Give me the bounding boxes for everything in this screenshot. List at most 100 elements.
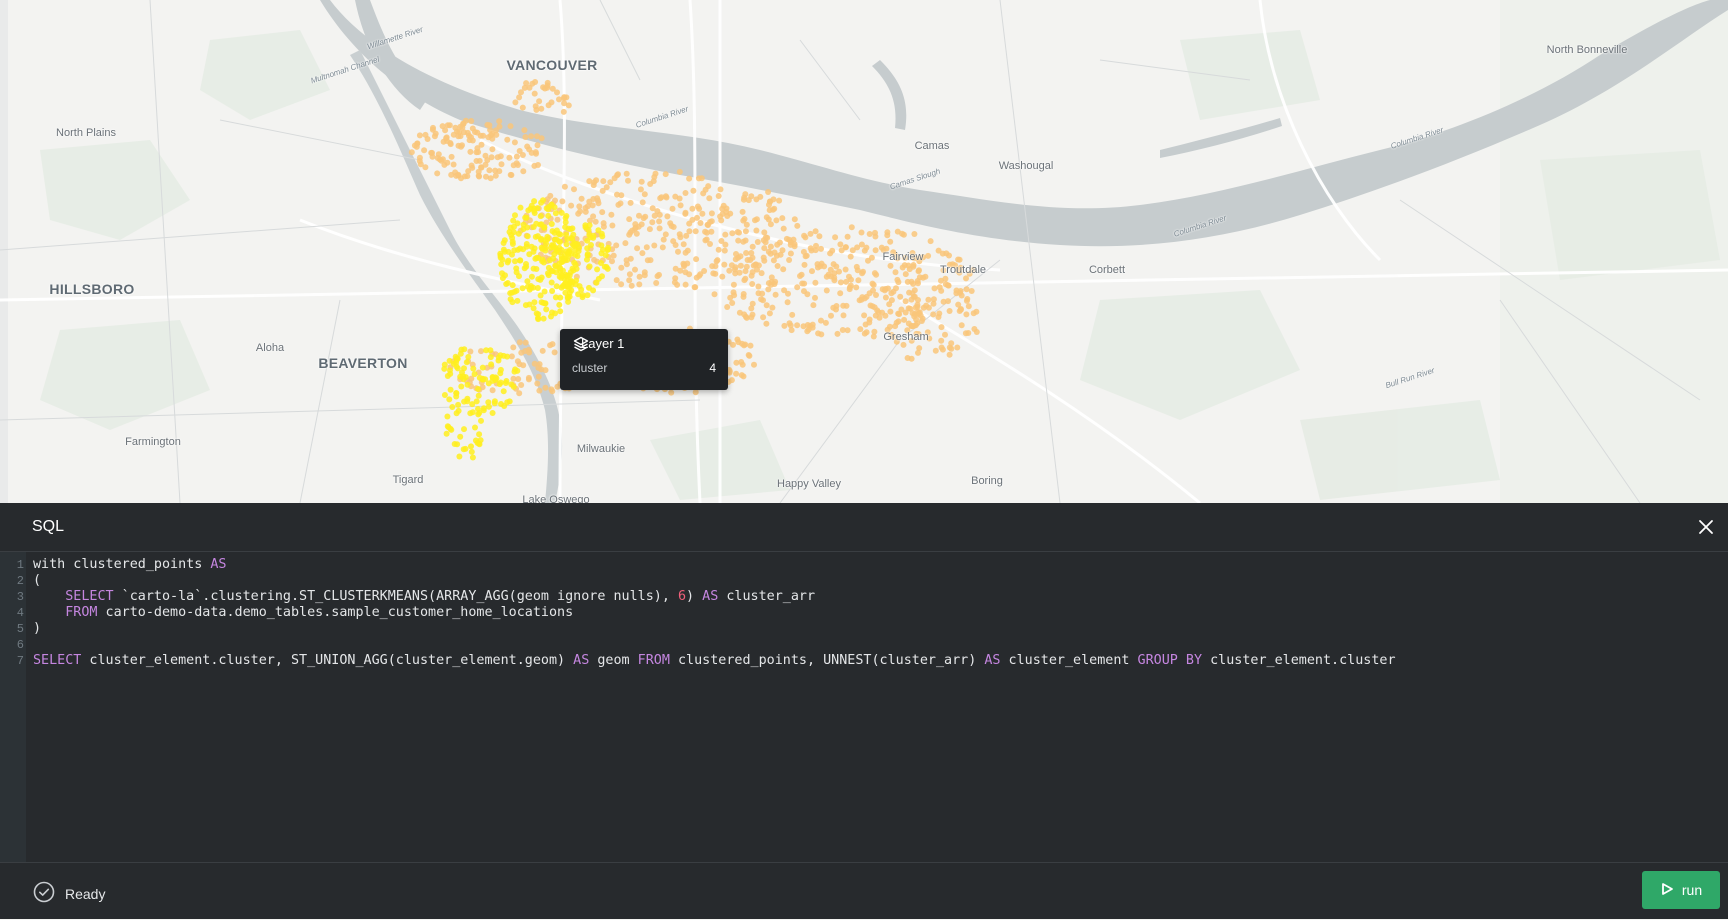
cluster-point[interactable] — [509, 251, 515, 258]
cluster-point[interactable] — [617, 200, 624, 207]
cluster-point[interactable] — [724, 213, 731, 219]
cluster-point[interactable] — [722, 231, 729, 238]
cluster-point[interactable] — [590, 232, 597, 239]
cluster-point[interactable] — [970, 310, 977, 317]
cluster-point[interactable] — [749, 281, 756, 287]
cluster-point[interactable] — [558, 274, 565, 281]
cluster-point[interactable] — [538, 135, 545, 142]
cluster-point[interactable] — [789, 311, 796, 318]
cluster-point[interactable] — [543, 306, 550, 313]
cluster-point[interactable] — [531, 299, 538, 306]
cluster-point[interactable] — [524, 233, 531, 240]
cluster-point[interactable] — [618, 281, 625, 288]
cluster-point[interactable] — [522, 339, 529, 346]
cluster-point[interactable] — [703, 229, 710, 236]
cluster-point[interactable] — [717, 186, 724, 193]
cluster-point[interactable] — [853, 263, 860, 270]
cluster-point[interactable] — [593, 279, 600, 286]
cluster-point[interactable] — [827, 266, 834, 273]
cluster-point[interactable] — [537, 292, 544, 299]
cluster-point[interactable] — [548, 221, 555, 227]
cluster-point[interactable] — [468, 162, 475, 169]
cluster-point[interactable] — [469, 125, 476, 132]
cluster-point[interactable] — [528, 273, 535, 280]
cluster-point[interactable] — [476, 431, 483, 438]
cluster-point[interactable] — [422, 131, 429, 138]
cluster-point[interactable] — [870, 333, 877, 340]
cluster-point[interactable] — [528, 133, 535, 140]
cluster-point[interactable] — [682, 209, 689, 216]
cluster-point[interactable] — [627, 255, 634, 262]
cluster-point[interactable] — [946, 252, 952, 259]
cluster-point[interactable] — [925, 296, 932, 303]
cluster-point[interactable] — [504, 136, 511, 143]
cluster-point[interactable] — [823, 273, 830, 280]
cluster-point[interactable] — [732, 256, 739, 263]
cluster-point[interactable] — [515, 376, 522, 382]
cluster-point[interactable] — [471, 371, 478, 378]
cluster-point[interactable] — [781, 322, 788, 329]
cluster-point[interactable] — [632, 266, 638, 273]
cluster-point[interactable] — [812, 228, 819, 235]
cluster-point[interactable] — [636, 273, 643, 280]
cluster-point[interactable] — [676, 195, 683, 202]
cluster-point[interactable] — [770, 257, 777, 264]
cluster-point[interactable] — [594, 266, 601, 273]
cluster-point[interactable] — [448, 153, 455, 160]
cluster-point[interactable] — [535, 255, 542, 261]
cluster-point[interactable] — [507, 123, 514, 130]
cluster-point[interactable] — [569, 279, 576, 286]
cluster-point[interactable] — [600, 178, 607, 185]
cluster-point[interactable] — [556, 260, 563, 267]
cluster-point[interactable] — [516, 339, 523, 346]
cluster-point[interactable] — [893, 285, 899, 292]
cluster-point[interactable] — [942, 331, 948, 338]
cluster-point[interactable] — [837, 279, 844, 286]
cluster-point[interactable] — [443, 430, 450, 437]
cluster-point[interactable] — [745, 352, 752, 358]
cluster-point[interactable] — [626, 271, 633, 278]
cluster-point[interactable] — [584, 292, 591, 299]
cluster-point[interactable] — [965, 303, 972, 310]
cluster-point[interactable] — [514, 358, 521, 365]
cluster-point[interactable] — [531, 210, 538, 216]
cluster-point[interactable] — [686, 228, 693, 235]
cluster-point[interactable] — [549, 288, 556, 294]
cluster-point[interactable] — [873, 271, 880, 278]
cluster-point[interactable] — [714, 257, 721, 264]
cluster-point[interactable] — [468, 118, 475, 124]
cluster-point[interactable] — [455, 142, 462, 149]
cluster-point[interactable] — [626, 216, 633, 223]
cluster-point[interactable] — [773, 217, 780, 224]
cluster-point[interactable] — [443, 134, 450, 141]
cluster-point[interactable] — [627, 229, 634, 236]
cluster-point[interactable] — [771, 205, 778, 212]
cluster-point[interactable] — [827, 250, 834, 257]
cluster-point[interactable] — [781, 287, 788, 294]
cluster-point[interactable] — [463, 359, 470, 366]
cluster-point[interactable] — [560, 108, 567, 115]
cluster-point[interactable] — [460, 376, 467, 383]
cluster-point[interactable] — [698, 175, 705, 182]
cluster-point[interactable] — [478, 348, 484, 355]
cluster-point[interactable] — [545, 212, 552, 219]
cluster-point[interactable] — [584, 256, 590, 263]
cluster-point[interactable] — [457, 433, 464, 440]
cluster-point[interactable] — [489, 146, 496, 153]
cluster-point[interactable] — [931, 285, 938, 292]
cluster-point[interactable] — [742, 191, 749, 198]
cluster-point[interactable] — [681, 261, 688, 268]
code-line[interactable]: with clustered_points AS — [33, 557, 227, 572]
cluster-point[interactable] — [749, 254, 756, 261]
cluster-point[interactable] — [496, 168, 503, 175]
code-line[interactable]: SELECT cluster_element.cluster, ST_UNION… — [33, 653, 1396, 668]
cluster-point[interactable] — [462, 445, 469, 452]
cluster-point[interactable] — [518, 349, 525, 356]
cluster-point[interactable] — [518, 382, 525, 388]
cluster-point[interactable] — [519, 104, 526, 111]
cluster-point[interactable] — [692, 228, 699, 235]
cluster-point[interactable] — [508, 172, 515, 178]
cluster-point[interactable] — [659, 244, 666, 251]
cluster-point[interactable] — [566, 293, 573, 300]
cluster-point[interactable] — [765, 189, 772, 195]
